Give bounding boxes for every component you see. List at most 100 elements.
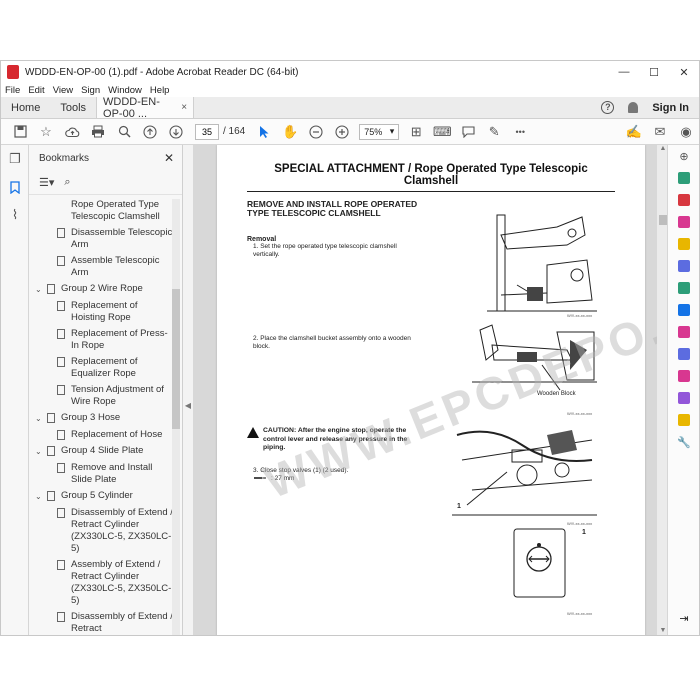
bookmark-item[interactable]: Disassembly of Extend / Retract Cylinder… — [29, 611, 173, 635]
bookmark-group[interactable]: ⌄ Group 2 Wire Rope — [29, 283, 173, 296]
next-page-icon[interactable] — [163, 121, 189, 143]
chevron-down-icon[interactable]: ⌄ — [35, 284, 45, 296]
send-for-review-icon[interactable] — [668, 409, 699, 431]
bookmark-item[interactable]: Assembly of Extend / Retract Cylinder (Z… — [29, 559, 173, 607]
bookmark-group[interactable]: ⌄ Group 3 Hose — [29, 412, 173, 425]
menu-sign[interactable]: Sign — [81, 85, 100, 96]
bookmark-label: Rope Operated Type Telescopic Clamshell — [71, 199, 160, 222]
chevron-down-icon[interactable]: ⌄ — [35, 446, 45, 458]
menu-file[interactable]: File — [5, 85, 20, 96]
main-toolbar: ☆ / 164 ✋ 75% ▾ — [1, 119, 699, 145]
minimize-button[interactable]: — — [609, 66, 639, 78]
tab-document[interactable]: WDDD-EN-OP-00 ... × — [96, 96, 195, 120]
bookmark-item[interactable]: Replacement of Hoisting Rope — [29, 300, 173, 324]
fill-sign-tool-icon[interactable] — [668, 321, 699, 343]
scan-ocr-icon[interactable] — [668, 299, 699, 321]
tab-home[interactable]: Home — [1, 97, 50, 118]
chevron-down-icon[interactable]: ⌄ — [35, 491, 45, 503]
bookmark-icon — [57, 329, 65, 339]
page-navigator: / 164 — [195, 123, 245, 140]
left-rail: ❐ ⌇ — [1, 145, 29, 635]
attachments-paperclip-icon[interactable]: ⌇ — [1, 201, 29, 229]
bookmark-item[interactable]: Disassemble Telescopic Arm — [29, 227, 173, 251]
bookmark-item[interactable]: Replacement of Hose — [29, 429, 173, 441]
current-page-input[interactable] — [195, 123, 219, 140]
bookmark-item[interactable]: Rope Operated Type Telescopic Clamshell — [29, 199, 173, 223]
zoom-out-icon[interactable] — [303, 121, 329, 143]
combine-files-icon[interactable] — [668, 255, 699, 277]
tab-tools[interactable]: Tools — [50, 97, 96, 118]
cloud-upload-icon[interactable] — [59, 121, 85, 143]
menu-view[interactable]: View — [53, 85, 73, 96]
zoom-select[interactable]: 75% ▾ — [359, 123, 400, 140]
request-signature-icon[interactable] — [668, 387, 699, 409]
bookmark-star-icon[interactable]: ☆ — [33, 121, 59, 143]
close-window-button[interactable]: ✕ — [669, 66, 699, 79]
bookmark-search-icon[interactable]: ⌕ — [64, 176, 70, 189]
bookmark-options-icon[interactable]: ☰▾ — [39, 176, 54, 189]
bookmark-label: Group 5 Cylinder — [61, 490, 133, 501]
save-icon[interactable] — [7, 121, 33, 143]
chevron-down-icon[interactable]: ⌄ — [35, 413, 45, 425]
help-icon[interactable]: ? — [601, 101, 615, 114]
acrobat-logo-icon — [7, 65, 19, 79]
comment-icon[interactable] — [455, 121, 481, 143]
previous-page-icon[interactable] — [137, 121, 163, 143]
menu-edit[interactable]: Edit — [28, 85, 44, 96]
bookmark-icon — [57, 228, 65, 238]
bookmark-icon — [57, 430, 65, 440]
fill-sign-icon[interactable]: ✍ — [621, 121, 647, 143]
maximize-button[interactable]: ☐ — [639, 66, 669, 79]
hand-tool-icon[interactable]: ✋ — [277, 121, 303, 143]
comment-tool-icon[interactable] — [668, 233, 699, 255]
bookmark-label: Group 2 Wire Rope — [61, 283, 143, 294]
bookmarks-scroll-thumb[interactable] — [172, 289, 180, 429]
callout-1-b: 1 — [582, 529, 586, 536]
zoom-search-icon[interactable] — [111, 121, 137, 143]
more-tools-icon[interactable]: ••• — [507, 121, 533, 143]
figure-clamshell-vertical — [487, 214, 597, 312]
sign-in-link[interactable]: Sign In — [652, 102, 689, 114]
account-icon[interactable]: ◉ — [673, 121, 699, 143]
close-panel-icon[interactable]: ✕ — [164, 151, 174, 165]
collapse-panel-handle[interactable]: ◀ — [183, 401, 193, 421]
bookmark-item[interactable]: Assemble Telescopic Arm — [29, 255, 173, 279]
bookmark-item[interactable]: Tension Adjustment of Wire Rope — [29, 384, 173, 408]
organize-pages-icon[interactable] — [668, 277, 699, 299]
bookmark-group[interactable]: ⌄ Group 5 Cylinder — [29, 490, 173, 503]
email-icon[interactable]: ✉ — [647, 121, 673, 143]
more-tools-wrench-icon[interactable]: 🔧 — [668, 431, 699, 453]
tab-close-icon[interactable]: × — [181, 102, 187, 113]
print-icon[interactable] — [85, 121, 111, 143]
bookmark-item[interactable]: Replacement of Press-In Rope — [29, 328, 173, 352]
bookmark-label: Group 4 Slide Plate — [61, 445, 144, 456]
protect-icon[interactable] — [668, 343, 699, 365]
highlight-pen-icon[interactable]: ✎ — [481, 121, 507, 143]
bookmark-item[interactable]: Replacement of Equalizer Rope — [29, 356, 173, 380]
expand-rail-icon[interactable]: ⇥ — [668, 607, 699, 629]
bookmark-item[interactable]: Remove and Install Slide Plate — [29, 462, 173, 486]
bookmark-group[interactable]: ⌄ Group 4 Slide Plate — [29, 445, 173, 458]
keyboard-icon[interactable]: ⌨ — [429, 121, 455, 143]
bookmarks-panel-icon[interactable] — [1, 173, 29, 201]
export-pdf-icon[interactable] — [668, 167, 699, 189]
bookmarks-scrollbar[interactable] — [172, 199, 180, 635]
figure-code-1: W!!!-xx-xx-xxx — [567, 313, 593, 318]
select-cursor-icon[interactable] — [251, 121, 277, 143]
page-thumbnails-icon[interactable]: ❐ — [1, 145, 29, 173]
warning-triangle-icon — [247, 427, 259, 438]
rail-zoom-icon[interactable]: ⊕ — [668, 145, 699, 167]
fit-page-icon[interactable]: ⊞ — [403, 121, 429, 143]
menu-help[interactable]: Help — [150, 85, 170, 96]
edit-pdf-icon[interactable] — [668, 211, 699, 233]
bookmark-label: Disassembly of Extend / Retract Cylinder… — [71, 611, 173, 634]
prepare-form-icon[interactable] — [668, 365, 699, 387]
document-scroll-thumb[interactable] — [659, 215, 667, 225]
title-bar: WDDD-EN-OP-00 (1).pdf - Adobe Acrobat Re… — [1, 61, 699, 83]
bookmarks-title: Bookmarks — [39, 152, 90, 164]
bookmark-item[interactable]: Disassembly of Extend / Retract Cylinder… — [29, 507, 173, 555]
create-pdf-icon[interactable] — [668, 189, 699, 211]
menu-window[interactable]: Window — [108, 85, 142, 96]
zoom-in-icon[interactable] — [329, 121, 355, 143]
notifications-bell-icon[interactable] — [628, 102, 639, 113]
